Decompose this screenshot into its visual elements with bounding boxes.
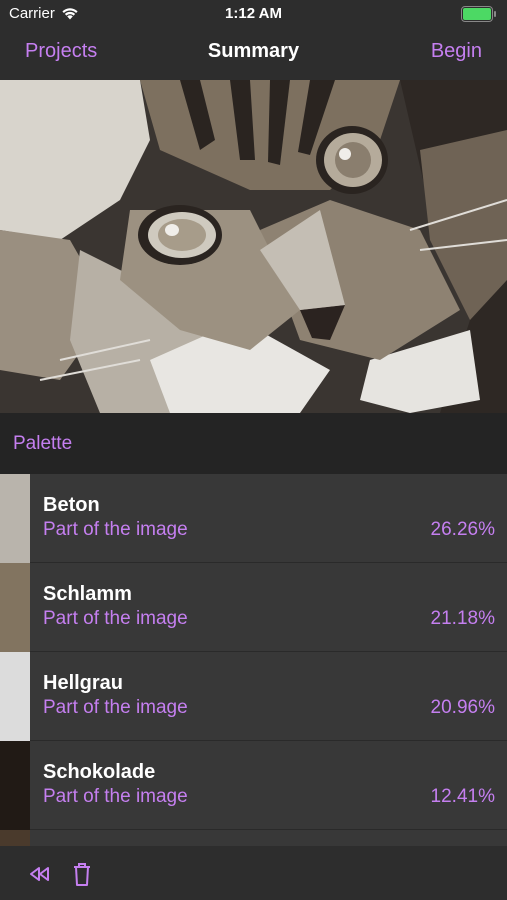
color-subtitle: Part of the image <box>43 519 188 540</box>
palette-row-beton[interactable]: Beton Part of the image 26.26% <box>0 474 507 563</box>
color-swatch <box>0 741 30 830</box>
color-swatch <box>0 830 30 846</box>
color-percentage: 20.96% <box>430 697 495 718</box>
bottom-toolbar <box>0 846 507 900</box>
rewind-icon[interactable] <box>27 861 53 887</box>
palette-section-header: Palette <box>0 413 507 474</box>
navigation-bar: Projects Summary Begin <box>0 28 507 80</box>
palette-row-schlamm[interactable]: Schlamm Part of the image 21.18% <box>0 563 507 652</box>
color-percentage: 12.41% <box>430 786 495 807</box>
battery-full-icon <box>461 6 496 22</box>
color-subtitle: Part of the image <box>43 786 188 807</box>
color-swatch <box>0 563 30 652</box>
color-name: Hellgrau <box>43 672 124 694</box>
color-swatch <box>0 474 30 563</box>
status-bar: Carrier 1:12 AM <box>0 0 507 28</box>
cat-preview-image <box>0 80 507 413</box>
color-subtitle: Part of the image <box>43 608 188 629</box>
color-subtitle: Part of the image <box>43 697 188 718</box>
palette-row-partial[interactable] <box>0 830 507 846</box>
color-name: Schokolade <box>43 761 156 783</box>
color-name: Beton <box>43 494 100 516</box>
palette-row-hellgrau[interactable]: Hellgrau Part of the image 20.96% <box>0 652 507 741</box>
color-swatch <box>0 652 30 741</box>
trash-icon[interactable] <box>69 861 95 887</box>
color-percentage: 21.18% <box>430 608 495 629</box>
palette-title: Palette <box>13 433 73 454</box>
palette-list[interactable]: Beton Part of the image 26.26% Schlamm P… <box>0 474 507 846</box>
cat-illustration <box>0 80 507 413</box>
begin-button[interactable]: Begin <box>431 40 482 63</box>
color-name: Schlamm <box>43 583 132 605</box>
status-time: 1:12 AM <box>225 5 282 22</box>
color-percentage: 26.26% <box>430 519 495 540</box>
palette-row-schokolade[interactable]: Schokolade Part of the image 12.41% <box>0 741 507 830</box>
app-screen: Carrier 1:12 AM Projects Summary Begin P… <box>0 0 507 900</box>
